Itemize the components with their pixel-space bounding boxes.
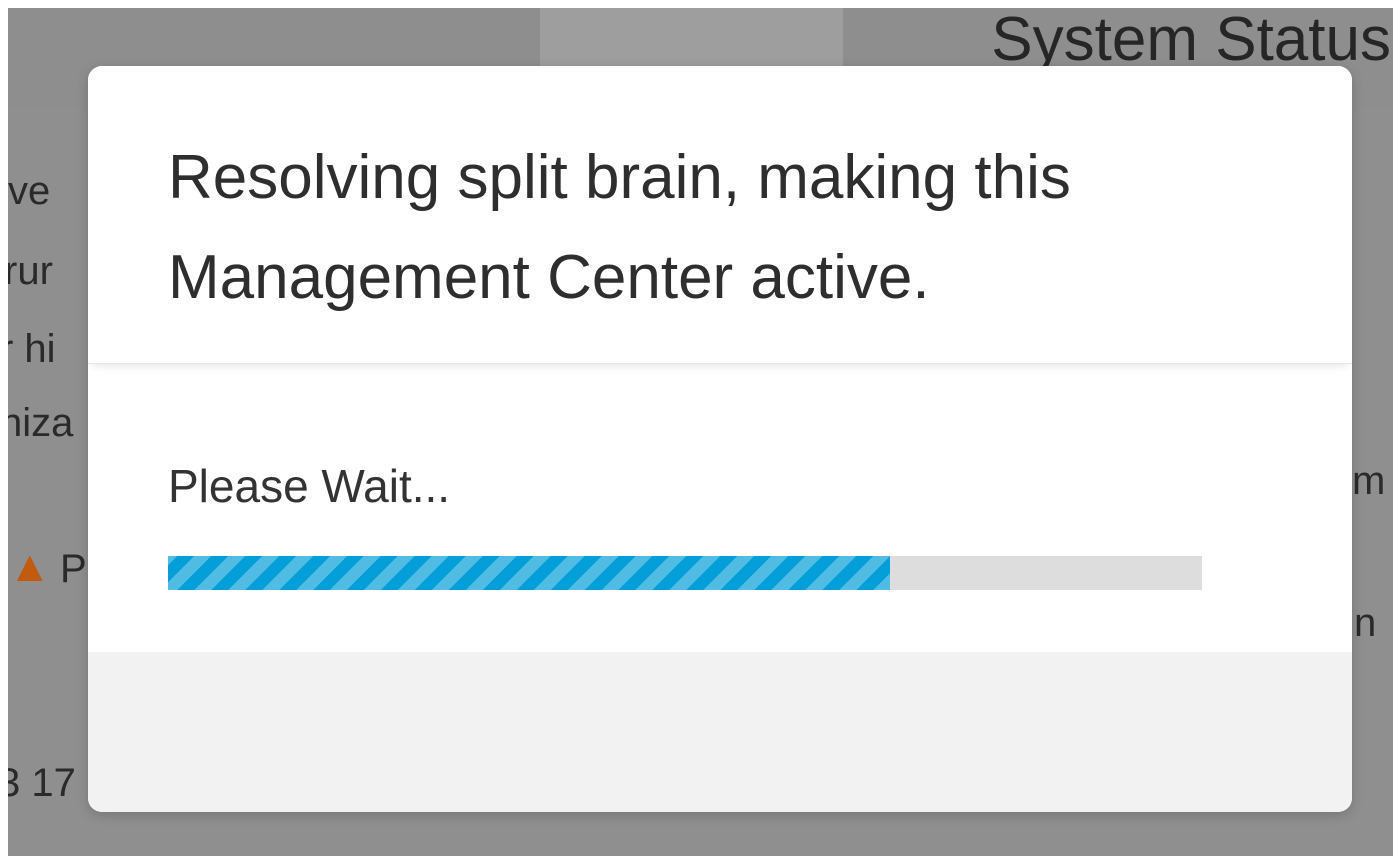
dialog-header: Resolving split brain, making this Manag… <box>88 66 1352 364</box>
background-text-fragment: m <box>1352 459 1386 503</box>
background-text-fragment: 3 17 <box>8 761 76 805</box>
background-text-fragment: niza <box>8 401 74 445</box>
status-text: Please Wait... <box>168 460 451 512</box>
dialog-body: Please Wait... <box>88 376 1352 652</box>
background-text-fragment: n <box>1354 601 1377 645</box>
background-text-fragment: P <box>60 547 87 591</box>
progress-dialog: Resolving split brain, making this Manag… <box>88 66 1352 812</box>
background-text-fragment: ve <box>8 169 51 213</box>
progress-bar <box>168 556 1202 590</box>
warning-triangle-icon: ▲ <box>8 542 52 591</box>
page-title: System Status <box>991 8 1391 74</box>
background-text-fragment: r hi <box>8 327 56 371</box>
dialog-title: Resolving split brain, making this Manag… <box>168 143 1071 312</box>
progress-bar-fill <box>168 556 890 590</box>
dialog-footer <box>88 652 1352 812</box>
background-text-fragment: rur <box>8 249 53 293</box>
